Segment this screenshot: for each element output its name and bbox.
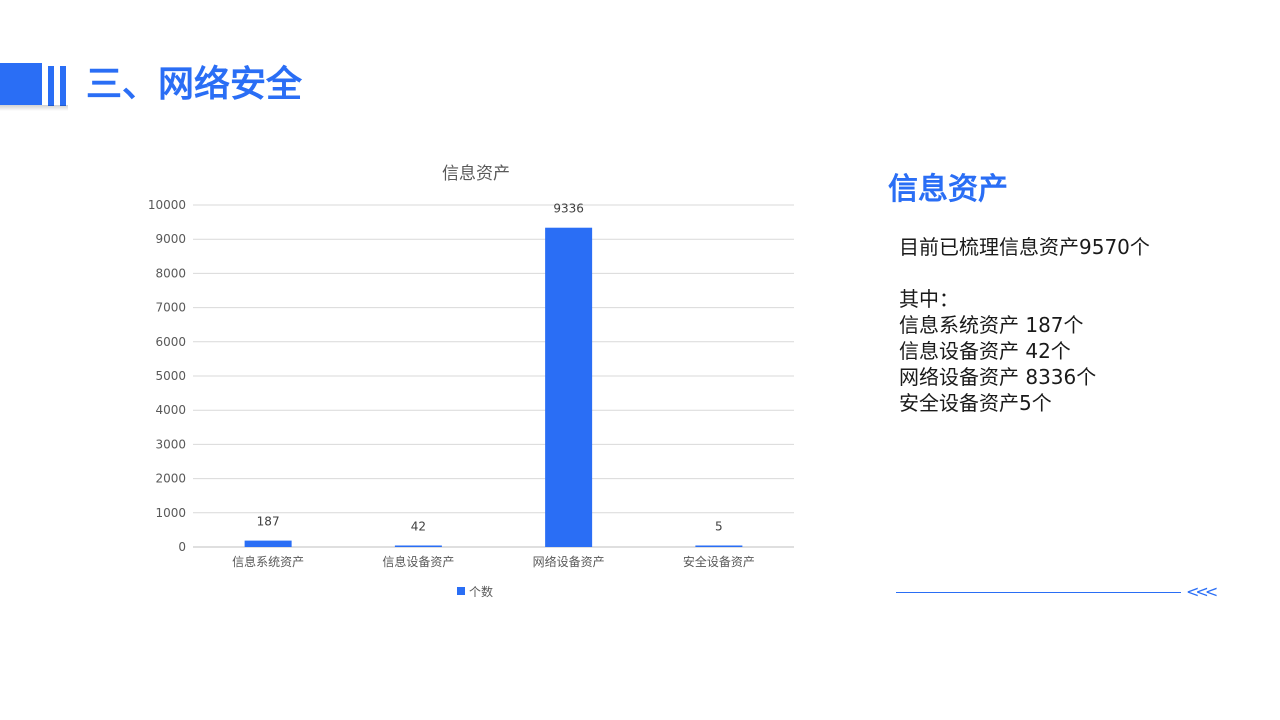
x-tick-label: 网络设备资产: [533, 554, 605, 569]
breakdown-item: 信息系统资产 187个: [899, 313, 1084, 337]
chart-title: 信息资产: [442, 164, 510, 184]
chevron-left-icon: <<<: [1186, 582, 1218, 601]
bar-chart: 信息资产 0 1000 2000 3000 4000 5000 6000 7000 8000 90…: [148, 164, 794, 599]
breakdown-item: 安全设备资产5个: [899, 391, 1052, 415]
legend-label: 个数: [469, 584, 493, 599]
data-label: 5: [715, 520, 723, 534]
title-accent-shadow: [0, 105, 68, 111]
bar: [244, 540, 292, 547]
footer-divider: [896, 592, 1181, 593]
y-tick-label: 8000: [155, 266, 186, 280]
page-title: 三、网络安全: [86, 64, 303, 105]
y-tick-label: 1000: [155, 506, 186, 520]
y-tick-label: 2000: [155, 472, 186, 486]
bar: [695, 545, 743, 547]
title-accent-bar: [60, 66, 66, 106]
y-tick-label: 0: [178, 540, 186, 554]
y-tick-label: 5000: [155, 369, 186, 383]
data-label: 42: [411, 520, 426, 534]
y-tick-label: 6000: [155, 335, 186, 349]
bar: [394, 545, 442, 547]
title-accent-block: [0, 63, 42, 105]
data-label: 187: [257, 515, 280, 529]
breakdown-label: 其中：: [899, 287, 959, 311]
breakdown-item: 信息设备资产 42个: [899, 339, 1071, 363]
title-accent-bar: [48, 66, 54, 106]
summary-total: 目前已梳理信息资产9570个: [899, 235, 1150, 259]
chart-legend: 个数: [457, 584, 493, 599]
x-tick-label: 信息设备资产: [382, 554, 454, 569]
breakdown-item: 网络设备资产 8336个: [899, 365, 1097, 389]
data-label: 9336: [553, 202, 584, 216]
y-tick-label: 7000: [155, 301, 186, 315]
y-tick-label: 3000: [155, 437, 186, 451]
legend-swatch: [457, 587, 465, 595]
summary-text: 目前已梳理信息资产9570个 其中： 信息系统资产 187个 信息设备资产 42…: [899, 234, 1239, 416]
y-tick-label: 9000: [155, 232, 186, 246]
bar: [545, 227, 593, 547]
y-tick-label: 10000: [148, 198, 186, 212]
x-tick-label: 安全设备资产: [683, 554, 755, 569]
x-tick-label: 信息系统资产: [232, 554, 304, 569]
y-tick-label: 4000: [155, 403, 186, 417]
side-heading: 信息资产: [888, 172, 1008, 207]
